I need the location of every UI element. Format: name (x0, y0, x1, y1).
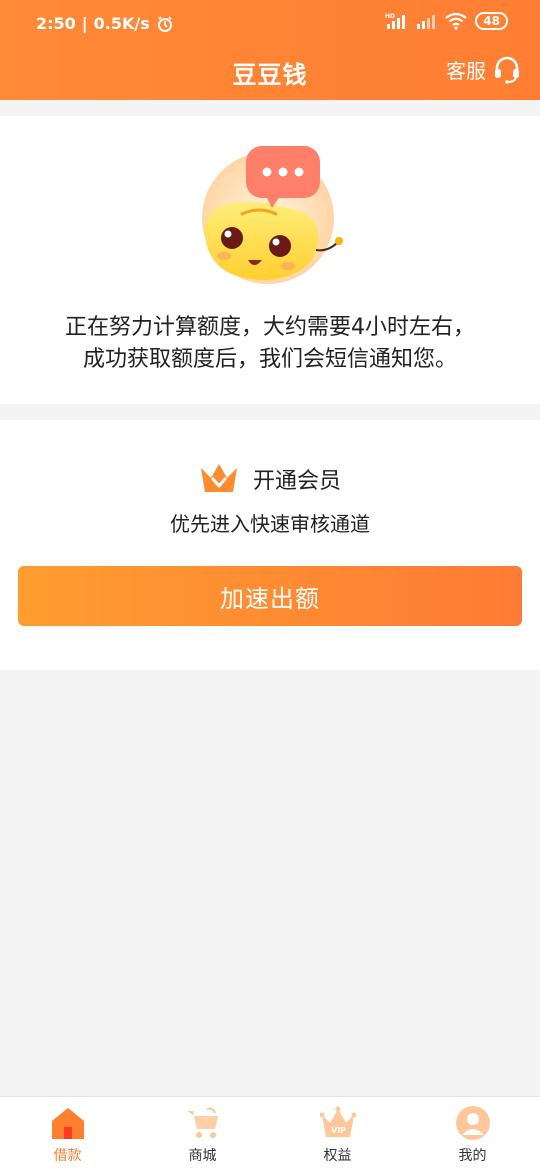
vip-card: 开通会员 优先进入快速审核通道 加速出额 (0, 420, 540, 670)
tab-loan[interactable]: 借款 (0, 1097, 135, 1170)
tab-mine-label: 我的 (458, 1148, 487, 1164)
tab-benefits[interactable]: VIP 权益 (270, 1097, 405, 1170)
calculation-notice: 正在努力计算额度，大约需要4小时左右， 成功获取额度后，我们会短信通知您。 (0, 312, 540, 376)
tab-benefits-label: 权益 (323, 1148, 352, 1164)
status-left: 2:50 | 0.5K/s (36, 14, 174, 33)
app-header: 2:50 | 0.5K/s HD 48 豆豆钱 客服 (0, 0, 540, 100)
battery-icon: 48 (475, 12, 508, 30)
mascot-illustration (202, 146, 343, 284)
profile-icon (455, 1106, 490, 1140)
alarm-icon (157, 15, 172, 32)
status-network-speed: 0.5K/s (93, 14, 150, 33)
customer-service-label: 客服 (446, 58, 486, 83)
status-separator: | (81, 14, 88, 33)
tab-mall-label: 商城 (188, 1148, 217, 1164)
status-bar: 2:50 | 0.5K/s HD 48 (0, 0, 540, 46)
notice-line-2: 成功获取额度后，我们会短信通知您。 (82, 347, 457, 372)
tab-loan-label: 借款 (53, 1148, 82, 1164)
svg-text:HD: HD (385, 13, 395, 20)
headset-icon (495, 56, 519, 84)
hd-signal-icon: HD (385, 13, 406, 29)
notice-line-1: 正在努力计算额度，大约需要4小时左右， (65, 315, 475, 340)
vip-title: 开通会员 (252, 469, 341, 494)
speed-up-button[interactable]: 加速出额 (18, 566, 522, 626)
status-card: 正在努力计算额度，大约需要4小时左右， 成功获取额度后，我们会短信通知您。 (0, 116, 540, 404)
bottom-tab-bar: 借款 商城 VIP 权益 我的 (0, 1096, 540, 1170)
status-right: HD 48 (385, 12, 508, 30)
signal-icon (417, 15, 436, 29)
tab-mine[interactable]: 我的 (405, 1097, 540, 1170)
wifi-icon (445, 12, 467, 30)
home-icon (51, 1108, 84, 1139)
status-time: 2:50 (36, 14, 76, 33)
vip-crown-icon: VIP (319, 1106, 356, 1137)
vip-subtitle: 优先进入快速审核通道 (170, 512, 370, 536)
vip-title-row: 开通会员 (0, 462, 540, 496)
crown-icon (200, 464, 237, 492)
customer-service-button[interactable]: 客服 (446, 54, 522, 84)
svg-text:VIP: VIP (331, 1126, 346, 1135)
cart-icon (186, 1107, 218, 1138)
tab-mall[interactable]: 商城 (135, 1097, 270, 1170)
